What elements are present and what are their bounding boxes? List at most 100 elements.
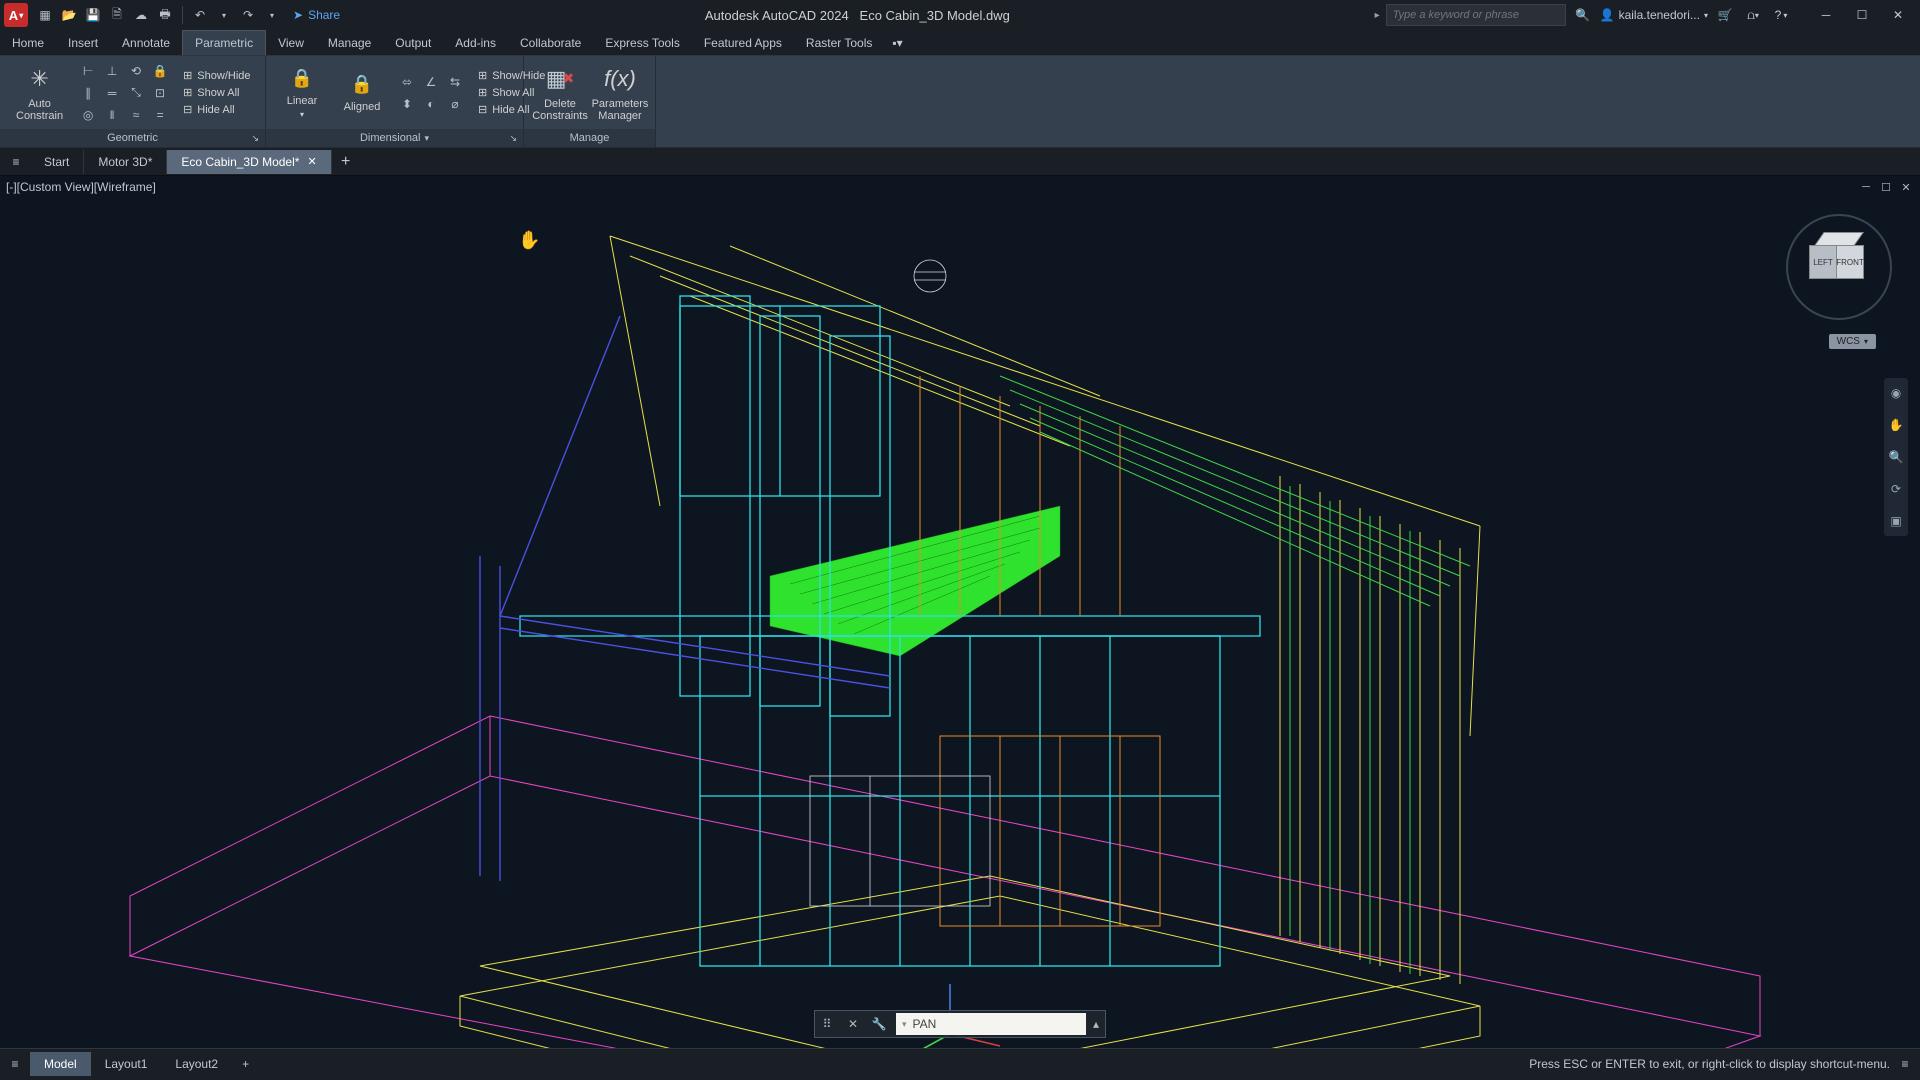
smooth-icon[interactable]: ≈ bbox=[125, 105, 147, 125]
parameters-manager-icon: f(x) bbox=[604, 63, 636, 95]
horizontal-icon[interactable]: ═ bbox=[101, 83, 123, 103]
connectivity-icon[interactable]: ⩍▾ bbox=[1742, 4, 1764, 26]
ribbon-panel-title-geometric[interactable]: Geometric↘ bbox=[0, 129, 265, 147]
plot-icon[interactable]: 🖶 bbox=[154, 4, 176, 26]
drawing-tabs-menu-icon[interactable]: ≡ bbox=[2, 155, 30, 169]
tab-express-tools[interactable]: Express Tools bbox=[593, 31, 691, 55]
search-expand-icon[interactable]: ▸ bbox=[1375, 10, 1380, 21]
new-layout-button[interactable]: + bbox=[232, 1052, 259, 1076]
autodesk-app-store-icon[interactable]: 🛒 bbox=[1714, 4, 1736, 26]
parameters-manager-button[interactable]: f(x) Parameters Manager bbox=[594, 61, 646, 124]
viewcube-front-face[interactable]: FRONT bbox=[1836, 245, 1864, 279]
tab-output[interactable]: Output bbox=[383, 31, 443, 55]
tab-collaborate[interactable]: Collaborate bbox=[508, 31, 593, 55]
tab-featured-apps[interactable]: Featured Apps bbox=[692, 31, 794, 55]
search-input[interactable] bbox=[1393, 9, 1559, 21]
chevron-down-icon[interactable]: ▾ bbox=[902, 1019, 907, 1030]
equal-icon[interactable]: = bbox=[149, 105, 171, 125]
tab-parametric[interactable]: Parametric bbox=[182, 30, 266, 55]
fix-icon[interactable]: 🔒 bbox=[149, 61, 171, 81]
drawing-viewport[interactable]: [-][Custom View][Wireframe] ─ ☐ ✕ ✋ bbox=[0, 176, 1920, 1048]
search-icon[interactable]: 🔍 bbox=[1572, 4, 1594, 26]
tab-home[interactable]: Home bbox=[0, 31, 56, 55]
redo-icon[interactable]: ↷ bbox=[237, 4, 259, 26]
cmdline-close-icon[interactable]: ✕ bbox=[841, 1012, 865, 1036]
geom-showhide-button[interactable]: ⊞Show/Hide bbox=[179, 68, 254, 83]
title-bar: A▾ ▦ 📂 💾 🗎 ☁ 🖶 ↶ ▾ ↷ ▾ ➤ Share Autodesk … bbox=[0, 0, 1920, 30]
cmdline-customize-icon[interactable]: 🔧 bbox=[867, 1012, 891, 1036]
redo-dropdown-icon[interactable]: ▾ bbox=[261, 4, 283, 26]
orbit-icon[interactable]: ⟳ bbox=[1887, 480, 1905, 498]
collinear-icon[interactable]: ⤡ bbox=[125, 83, 147, 103]
save-icon[interactable]: 💾 bbox=[82, 4, 104, 26]
undo-icon[interactable]: ↶ bbox=[189, 4, 211, 26]
layout-tab-layout1[interactable]: Layout1 bbox=[91, 1052, 162, 1076]
filetab-start[interactable]: Start bbox=[30, 150, 84, 174]
saveas-icon[interactable]: 🗎 bbox=[106, 4, 128, 26]
command-line[interactable]: ⠿ ✕ 🔧 ▾ PAN ▴ bbox=[814, 1010, 1106, 1038]
cmdline-handle-icon[interactable]: ⠿ bbox=[815, 1012, 839, 1036]
close-tab-icon[interactable]: ✕ bbox=[307, 155, 316, 168]
parallel-icon[interactable]: ∥ bbox=[77, 83, 99, 103]
tab-extra-dropdown[interactable]: ▪▾ bbox=[884, 31, 910, 55]
web-mobile-icon[interactable]: ☁ bbox=[130, 4, 152, 26]
aligned-dim-button[interactable]: 🔒 Aligned bbox=[336, 70, 388, 115]
window-title: Autodesk AutoCAD 2024 Eco Cabin_3D Model… bbox=[340, 8, 1375, 23]
filetab-motor3d[interactable]: Motor 3D* bbox=[84, 150, 167, 174]
viewcube[interactable]: LEFT FRONT bbox=[1794, 222, 1884, 312]
coincident-icon[interactable]: ⊢ bbox=[77, 61, 99, 81]
panel-launcher-icon[interactable]: ↘ bbox=[251, 133, 259, 144]
geom-hideall-button[interactable]: ⊟Hide All bbox=[179, 102, 254, 117]
command-input[interactable]: ▾ PAN bbox=[896, 1013, 1086, 1035]
new-icon[interactable]: ▦ bbox=[34, 4, 56, 26]
undo-dropdown-icon[interactable]: ▾ bbox=[213, 4, 235, 26]
layout-tab-model[interactable]: Model bbox=[30, 1052, 91, 1076]
dim-vertical-icon[interactable]: ⬍ bbox=[396, 94, 418, 114]
auto-constrain-button[interactable]: ✳ Auto Constrain bbox=[10, 61, 69, 124]
search-box[interactable] bbox=[1386, 4, 1566, 26]
viewcube-top-face[interactable] bbox=[1814, 232, 1864, 246]
perpendicular-icon[interactable]: ⊥ bbox=[101, 61, 123, 81]
tab-addins[interactable]: Add-ins bbox=[443, 31, 508, 55]
tab-annotate[interactable]: Annotate bbox=[110, 31, 182, 55]
hideall-icon: ⊟ bbox=[183, 103, 192, 116]
tab-raster-tools[interactable]: Raster Tools bbox=[794, 31, 884, 55]
close-button[interactable]: ✕ bbox=[1880, 1, 1916, 29]
open-icon[interactable]: 📂 bbox=[58, 4, 80, 26]
linear-dim-button[interactable]: 🔒 Linear ▾ bbox=[276, 64, 328, 121]
cmdline-recent-icon[interactable]: ▴ bbox=[1091, 1017, 1105, 1031]
dim-horizontal-icon[interactable]: ⬄ bbox=[396, 72, 418, 92]
full-nav-wheel-icon[interactable]: ◉ bbox=[1887, 384, 1905, 402]
layout-tab-layout2[interactable]: Layout2 bbox=[161, 1052, 232, 1076]
viewcube-left-face[interactable]: LEFT bbox=[1809, 245, 1837, 279]
symmetric-icon[interactable]: ⊡ bbox=[149, 83, 171, 103]
new-drawing-tab-button[interactable]: + bbox=[332, 153, 360, 171]
tab-manage[interactable]: Manage bbox=[316, 31, 383, 55]
dim-diameter-icon[interactable]: ⌀ bbox=[444, 94, 466, 114]
tab-insert[interactable]: Insert bbox=[56, 31, 110, 55]
layout-menu-icon[interactable]: ≡ bbox=[0, 1057, 30, 1071]
vertical-icon[interactable]: ‖ bbox=[101, 105, 123, 125]
dim-angular-icon[interactable]: ∠ bbox=[420, 72, 442, 92]
pan-icon[interactable]: ✋ bbox=[1887, 416, 1905, 434]
status-customize-icon[interactable]: ≡ bbox=[1896, 1057, 1920, 1071]
filetab-eco-cabin[interactable]: Eco Cabin_3D Model*✕ bbox=[167, 150, 331, 174]
tangent-icon[interactable]: ⟲ bbox=[125, 61, 147, 81]
share-button[interactable]: ➤ Share bbox=[293, 8, 340, 22]
app-menu-button[interactable]: A▾ bbox=[4, 3, 28, 27]
ribbon-panel-title-dimensional[interactable]: Dimensional ▾↘ bbox=[266, 129, 523, 147]
maximize-button[interactable]: ☐ bbox=[1844, 1, 1880, 29]
tab-view[interactable]: View bbox=[266, 31, 316, 55]
zoom-icon[interactable]: 🔍 bbox=[1887, 448, 1905, 466]
user-account-button[interactable]: 👤 kaila.tenedori... ▾ bbox=[1600, 8, 1708, 22]
minimize-button[interactable]: ─ bbox=[1808, 1, 1844, 29]
wcs-badge[interactable]: WCS▾ bbox=[1829, 334, 1876, 349]
help-icon[interactable]: ?▾ bbox=[1770, 4, 1792, 26]
panel-launcher-icon[interactable]: ↘ bbox=[509, 133, 517, 144]
concentric-icon[interactable]: ◎ bbox=[77, 105, 99, 125]
geom-showall-button[interactable]: ⊞Show All bbox=[179, 85, 254, 100]
dim-radial-icon[interactable]: ◐ bbox=[420, 94, 442, 114]
delete-constraints-button[interactable]: ▦✖ Delete Constraints bbox=[534, 61, 586, 124]
showmotion-icon[interactable]: ▣ bbox=[1887, 512, 1905, 530]
dim-convert-icon[interactable]: ⇆ bbox=[444, 72, 466, 92]
